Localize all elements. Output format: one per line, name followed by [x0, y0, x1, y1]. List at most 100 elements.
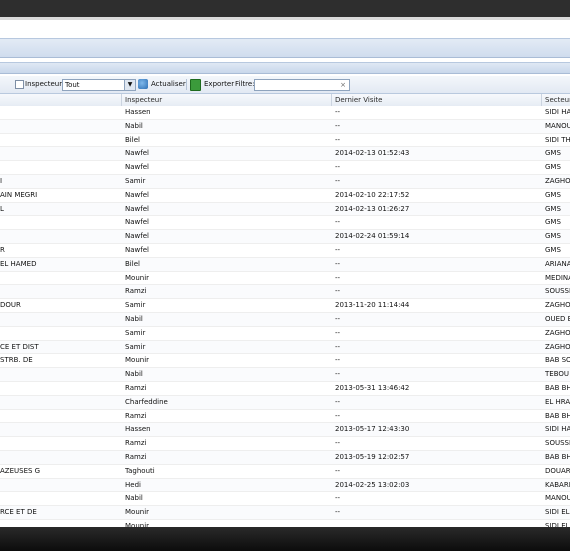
cell-secteur: GMS	[545, 204, 561, 213]
refresh-button[interactable]: Actualiser	[151, 79, 186, 90]
cell-dernier-visite: --	[335, 494, 341, 503]
clear-filter-icon[interactable]: ×	[340, 80, 346, 90]
cell-inspecteur: Nawfel	[125, 218, 149, 227]
table-row[interactable]: Nawfel -- GMS	[0, 161, 570, 175]
table-row[interactable]: Ramzi 2013-05-31 13:46:42 BAB BH	[0, 381, 570, 396]
excel-export-icon[interactable]	[190, 79, 201, 91]
cell-inspecteur: Mounir	[125, 508, 150, 517]
cell-secteur: BAB SO	[545, 356, 570, 365]
table-row[interactable]: Nabil -- TEBOU	[0, 368, 570, 382]
table-row[interactable]: Nawfel 2014-02-13 01:52:43 GMS	[0, 147, 570, 162]
cell-secteur: ZAGHO	[545, 342, 570, 351]
cell-dernier-visite: 2013-11-20 11:14:44	[335, 301, 410, 310]
table-row[interactable]: AZEUSES G Taghouti -- DOUAR	[0, 464, 570, 479]
cell-secteur: TEBOU	[545, 370, 570, 379]
cell-inspecteur: Charfeddine	[125, 397, 168, 406]
table-row[interactable]: Ramzi -- SOUSSI	[0, 285, 570, 300]
cell-dernier-visite: --	[335, 163, 341, 172]
table-row[interactable]: Ramzi 2013-05-19 12:02:57 BAB BH	[0, 450, 570, 465]
table-row[interactable]: EL HAMED Bilel -- ARIANA	[0, 257, 570, 272]
cell-secteur: BAB BH	[545, 411, 570, 420]
inspector-select[interactable]: Tout ▼	[62, 79, 136, 91]
cell-inspecteur: Hedi	[125, 480, 141, 489]
cell-secteur: SIDI HA	[545, 108, 570, 116]
table-row[interactable]: Nabil -- MANOU	[0, 492, 570, 507]
table-row[interactable]: Nawfel -- GMS	[0, 216, 570, 231]
table-row[interactable]: Hassen -- SIDI HA	[0, 106, 570, 120]
cell-dernier-visite: --	[335, 176, 341, 185]
column-header-inspecteur[interactable]: Inspecteur	[125, 94, 162, 106]
cell-dernier-visite: 2014-02-10 22:17:52	[335, 190, 410, 199]
panel-subheader-strip	[0, 62, 570, 74]
cell-inspecteur: Mounir	[125, 356, 150, 365]
cell-secteur: GMS	[545, 245, 561, 254]
table-row[interactable]: Nabil -- OUED E	[0, 312, 570, 327]
table-row[interactable]: Mounir SIDI EL	[0, 519, 570, 527]
cell-inspecteur: Nawfel	[125, 245, 149, 254]
cell-inspecteur: Ramzi	[125, 383, 147, 392]
top-bar-shade	[0, 17, 570, 20]
column-divider[interactable]	[121, 94, 122, 106]
inspector-label: Inspecteur:	[25, 80, 65, 88]
table-row[interactable]: RCE ET DE Mounir -- SIDI EL	[0, 506, 570, 520]
table-row[interactable]: Ramzi -- BAB BH	[0, 409, 570, 424]
cell-dernier-visite: --	[335, 397, 341, 406]
cell-secteur: GMS	[545, 232, 561, 241]
table-row[interactable]: AIN MEGRI Nawfel 2014-02-10 22:17:52 GMS	[0, 188, 570, 203]
table-row[interactable]: Nawfel 2014-02-24 01:59:14 GMS	[0, 230, 570, 244]
cell-inspecteur: Nawfel	[125, 204, 149, 213]
column-header-dernier-visite[interactable]: Dernier Visite	[335, 94, 382, 106]
column-divider[interactable]	[541, 94, 542, 106]
cell-inspecteur: Samir	[125, 342, 146, 351]
refresh-icon[interactable]	[138, 79, 148, 89]
table-row[interactable]: Mounir -- MEDINA	[0, 271, 570, 286]
cell-inspecteur: Mounir	[125, 521, 150, 527]
table-row[interactable]: R Nawfel -- GMS	[0, 243, 570, 258]
table-row[interactable]: Ramzi -- SOUSSI	[0, 437, 570, 451]
browser-top-bar	[0, 0, 570, 17]
cell-inspecteur: Samir	[125, 176, 146, 185]
cell-client: R	[0, 245, 5, 254]
cell-secteur: GMS	[545, 190, 561, 199]
cell-inspecteur: Nabil	[125, 121, 143, 130]
cell-inspecteur: Nabil	[125, 314, 143, 323]
cell-secteur: SOUSSI	[545, 287, 570, 296]
table-row[interactable]: DOUR Samir 2013-11-20 11:14:44 ZAGHO	[0, 299, 570, 313]
table-row[interactable]: L Nawfel 2014-02-13 01:26:27 GMS	[0, 202, 570, 217]
export-button[interactable]: Exporter	[204, 79, 234, 90]
cell-dernier-visite: --	[335, 370, 341, 379]
table-row[interactable]: Nabil -- MANOU	[0, 119, 570, 134]
cell-dernier-visite: --	[335, 508, 341, 517]
table-row[interactable]: CE ET DIST Samir -- ZAGHO	[0, 340, 570, 355]
table-row[interactable]: Hassen 2013-05-17 12:43:30 SIDI HA	[0, 423, 570, 438]
cell-dernier-visite: --	[335, 411, 341, 420]
column-divider[interactable]	[331, 94, 332, 106]
cell-dernier-visite: --	[335, 356, 341, 365]
cell-dernier-visite: --	[335, 259, 341, 268]
cell-client: AIN MEGRI	[0, 190, 38, 199]
cell-secteur: ZAGHO	[545, 301, 570, 310]
cell-dernier-visite: --	[335, 245, 341, 254]
table-row[interactable]: Bilel -- SIDI TH	[0, 133, 570, 148]
table-row[interactable]: STRB. DE Mounir -- BAB SO	[0, 354, 570, 369]
inspector-select-value: Tout	[65, 81, 80, 89]
cell-secteur: OUED E	[545, 314, 570, 323]
cell-inspecteur: Ramzi	[125, 452, 147, 461]
cell-dernier-visite: --	[335, 218, 341, 227]
table-row[interactable]: Charfeddine -- EL HRA	[0, 395, 570, 410]
cell-secteur: DOUAR	[545, 466, 570, 475]
chevron-down-icon[interactable]: ▼	[124, 80, 135, 90]
panel-header-strip	[0, 38, 570, 58]
column-header-secteur[interactable]: Secteur	[545, 94, 570, 106]
cell-secteur: ARIANA	[545, 259, 570, 268]
filter-label: Filtre:	[235, 80, 255, 88]
cell-dernier-visite: 2014-02-25 13:02:03	[335, 480, 410, 489]
cell-secteur: SIDI EL	[545, 508, 570, 517]
cell-dernier-visite: 2014-02-13 01:26:27	[335, 204, 410, 213]
table-row[interactable]: Samir -- ZAGHO	[0, 326, 570, 341]
toolbar-checkbox[interactable]	[15, 80, 24, 89]
filter-input[interactable]: ×	[254, 79, 350, 91]
table-row[interactable]: I Samir -- ZAGHO	[0, 174, 570, 189]
cell-inspecteur: Nawfel	[125, 190, 149, 199]
table-row[interactable]: Hedi 2014-02-25 13:02:03 KABARI	[0, 478, 570, 493]
